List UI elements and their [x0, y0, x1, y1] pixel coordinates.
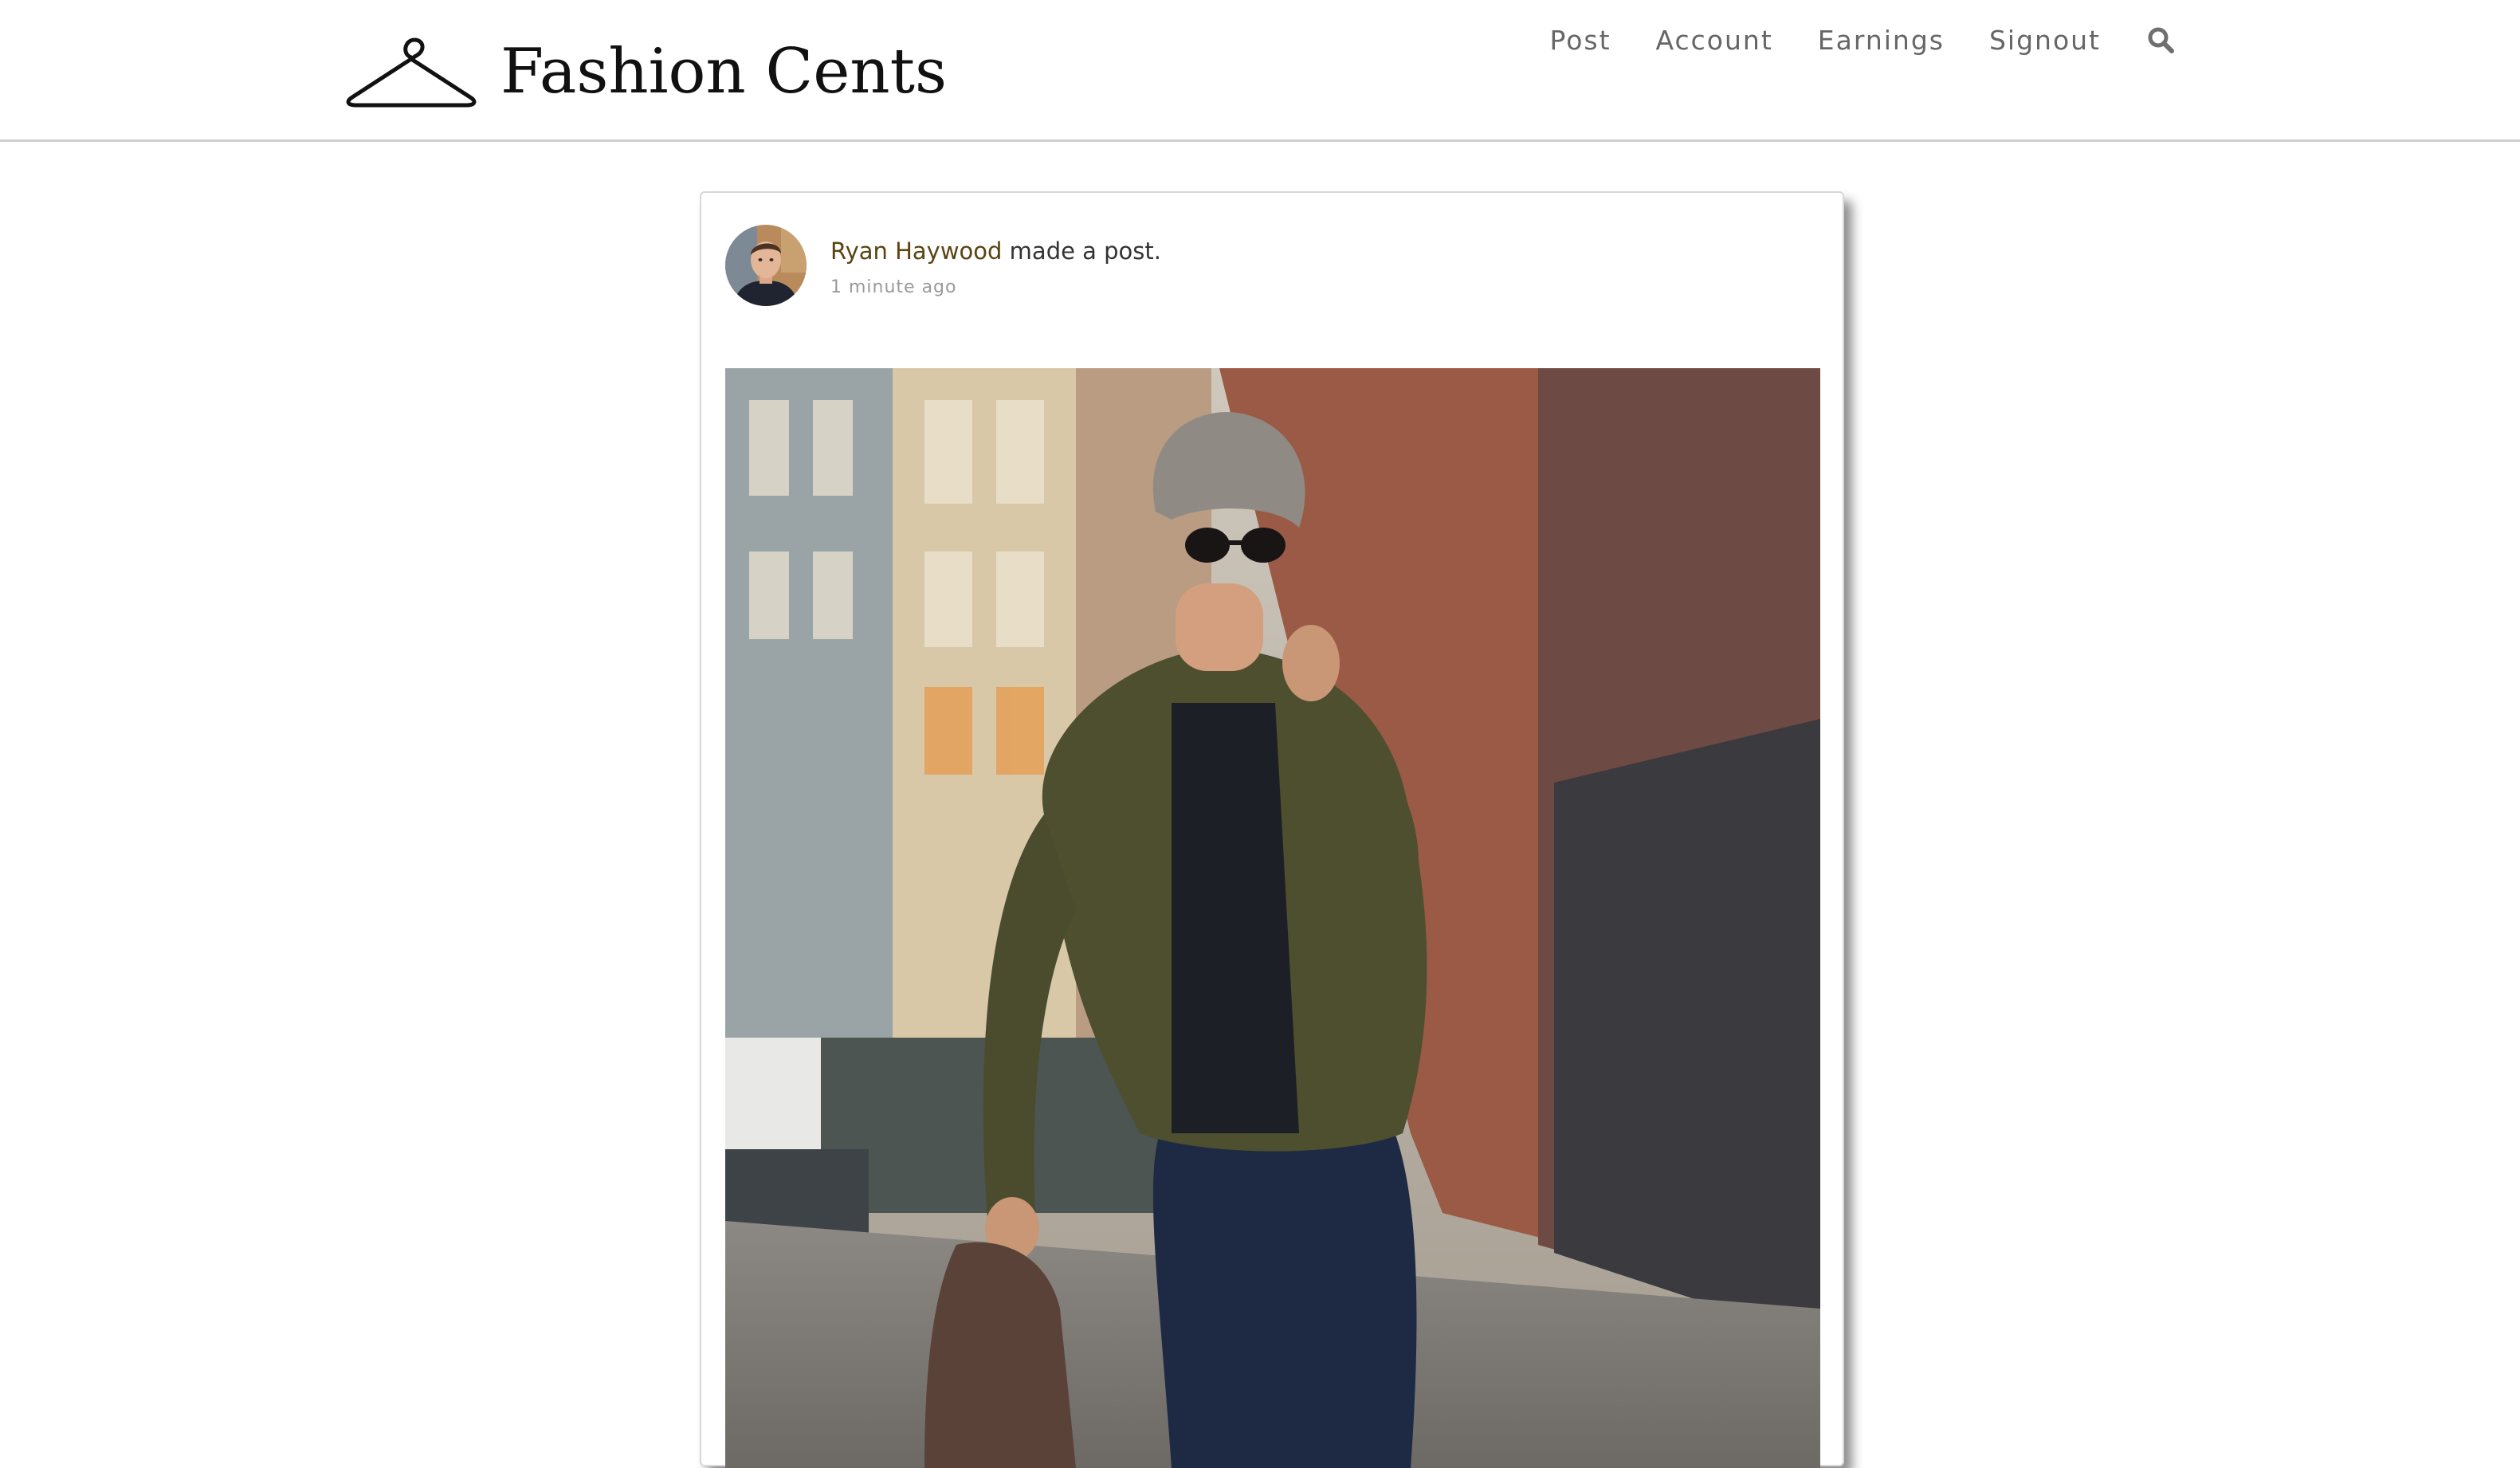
post-action-text: made a post. [1009, 237, 1161, 265]
post-header: Ryan Haywood made a post. [830, 237, 1161, 265]
top-navigation-bar: Fashion Cents Post Account Earnings Sign… [0, 0, 2520, 142]
nav-post[interactable]: Post [1549, 25, 1611, 56]
hanger-icon [346, 37, 477, 108]
brand-name: Fashion Cents [500, 36, 947, 108]
brand-home-link[interactable]: Fashion Cents [346, 32, 947, 112]
nav-account[interactable]: Account [1656, 25, 1773, 56]
street-fashion-photo[interactable] [725, 368, 1820, 1468]
search-icon[interactable] [2147, 26, 2174, 53]
main-nav: Post Account Earnings Signout [1549, 16, 2174, 64]
avatar[interactable] [725, 225, 807, 306]
author-link[interactable]: Ryan Haywood [830, 237, 1002, 265]
nav-earnings[interactable]: Earnings [1818, 25, 1945, 56]
post-card: Ryan Haywood made a post. 1 minute ago [700, 191, 1844, 1468]
nav-signout[interactable]: Signout [1989, 25, 2101, 56]
post-timestamp: 1 minute ago [830, 277, 957, 297]
